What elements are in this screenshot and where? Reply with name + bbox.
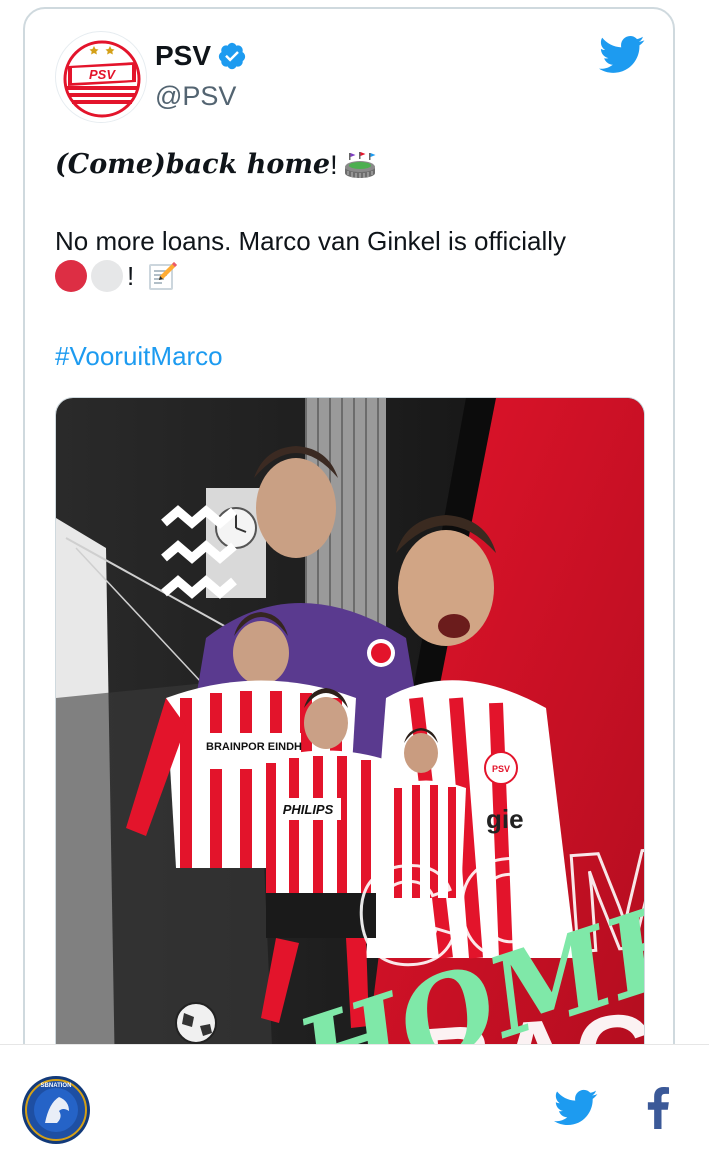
site-logo-text: SBNATION (41, 1083, 72, 1089)
facebook-share-icon[interactable] (644, 1087, 672, 1129)
author-name-row[interactable]: PSV (155, 39, 247, 73)
memo-emoji-icon (149, 262, 178, 290)
comeback-home-text: (Come)back home (55, 149, 331, 180)
site-shield-icon: SBNATION (22, 1076, 90, 1144)
poster-sponsor-2: PHILIPS (283, 802, 334, 817)
red-circle-emoji (55, 260, 87, 292)
psv-avatar[interactable]: PSV (55, 31, 147, 123)
hashtag-link[interactable]: #VooruitMarco (55, 339, 223, 373)
tweet-text-line-3: ! (55, 259, 178, 293)
twitter-bird-icon[interactable] (599, 35, 645, 75)
comeback-poster: PSV gie BRAINPOR EINDH PHILIPS COME HOME (56, 398, 644, 1125)
avatar-logo-text: PSV (89, 67, 116, 82)
white-circle-emoji (91, 260, 123, 292)
sbnation-site-logo[interactable]: SBNATION (21, 1075, 91, 1145)
author-handle[interactable]: @PSV (155, 79, 236, 113)
tweet-media-image[interactable]: PSV gie BRAINPOR EINDH PHILIPS COME HOME (55, 397, 645, 1125)
poster-psv-badge-text: PSV (492, 764, 510, 774)
share-footer: SBNATION (0, 1044, 709, 1167)
verified-badge-icon (218, 42, 246, 70)
exclamation: ! (127, 260, 135, 291)
author-name[interactable]: PSV (155, 39, 211, 73)
psv-logo-icon: PSV (58, 34, 146, 122)
twitter-share-icon[interactable] (554, 1089, 598, 1127)
tweet-text-line-1: (Come)back home ! (55, 147, 376, 183)
tweet-text-line-2: No more loans. Marco van Ginkel is offic… (55, 226, 567, 256)
stadium-emoji-icon (344, 152, 376, 178)
poster-sponsor-1: BRAINPOR EINDH (206, 741, 302, 753)
exclamation: ! (330, 150, 338, 180)
tweet-card[interactable]: PSV PSV @PSV (Come)back home ! No more l… (23, 7, 675, 1127)
